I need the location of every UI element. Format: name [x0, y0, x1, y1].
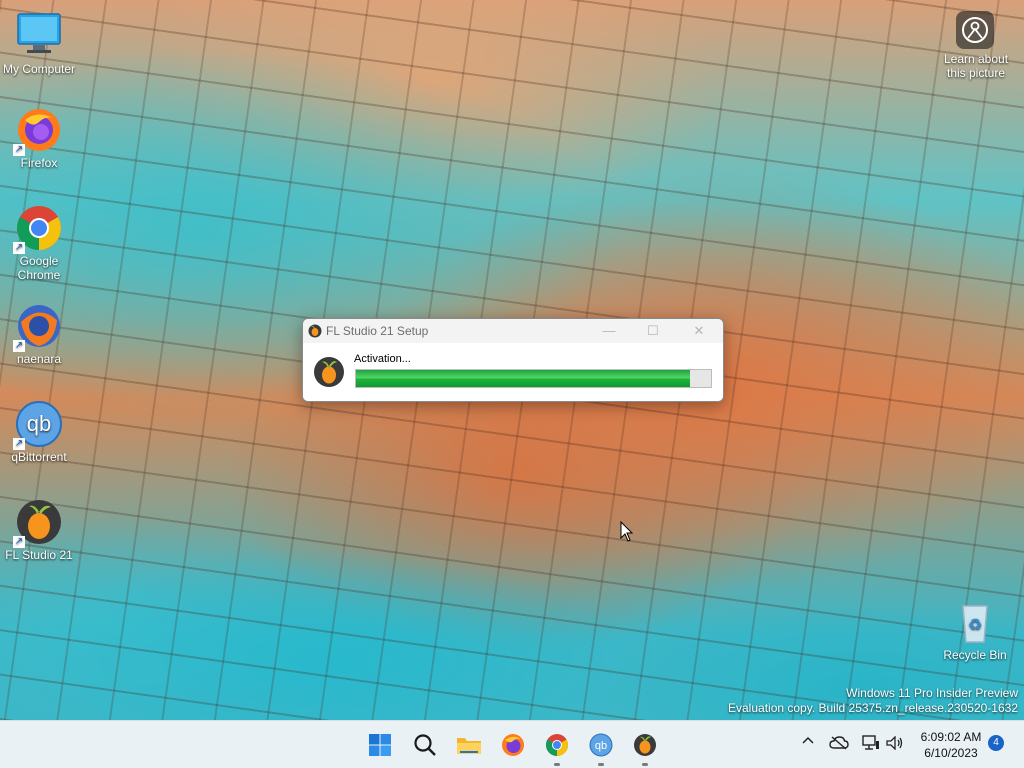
- desktop-icon-label: My Computer: [2, 62, 76, 76]
- show-hidden-icons-button[interactable]: [802, 734, 814, 750]
- fl-studio-setup-dialog: FL Studio 21 Setup — ☐ ✕ Activation...: [302, 318, 724, 402]
- running-indicator: [642, 763, 648, 766]
- volume-button[interactable]: [886, 735, 904, 753]
- desktop-icon-label: naenara: [16, 352, 62, 366]
- clock-date: 6/10/2023: [924, 746, 978, 760]
- onedrive-button[interactable]: [829, 736, 849, 753]
- running-indicator: [598, 763, 604, 766]
- file-explorer-button[interactable]: [453, 729, 485, 761]
- firefox-icon: ↗: [13, 106, 63, 156]
- start-icon: [369, 734, 391, 756]
- taskbar-fl-studio-button[interactable]: [629, 729, 661, 766]
- learn-about-picture[interactable]: Learn about this picture: [936, 10, 1014, 80]
- desktop-icon-label: qBittorrent: [11, 450, 67, 464]
- desktop-icon-qbittorrent[interactable]: qb ↗ qBittorrent: [0, 400, 78, 464]
- taskbar-clock[interactable]: 6:09:02 AM 6/10/2023: [916, 729, 986, 761]
- close-button[interactable]: ✕: [677, 321, 721, 341]
- taskbar-qbittorrent-button[interactable]: qb: [585, 729, 617, 766]
- fl-studio-icon: [634, 734, 656, 756]
- desktop-icon-naenara[interactable]: ↗ naenara: [0, 302, 78, 366]
- minimize-button[interactable]: —: [587, 321, 631, 341]
- desktop-icon-fl-studio[interactable]: ↗ FL Studio 21: [0, 498, 78, 562]
- qbittorrent-icon: qb: [589, 733, 613, 757]
- desktop-icon-label: Google Chrome: [17, 254, 61, 282]
- desktop-icon-label: Recycle Bin: [943, 648, 1007, 662]
- progress-fill: [356, 370, 690, 387]
- shortcut-arrow-icon: ↗: [13, 536, 25, 548]
- desktop-icon-recycle-bin[interactable]: ♻ Recycle Bin: [936, 598, 1014, 662]
- fl-studio-icon: ↗: [13, 498, 63, 548]
- activation-status: Activation...: [354, 353, 411, 365]
- fl-studio-icon: [308, 324, 322, 338]
- desktop-icon-firefox[interactable]: ↗ Firefox: [0, 106, 78, 170]
- shortcut-arrow-icon: ↗: [13, 438, 25, 450]
- network-button[interactable]: [862, 735, 880, 754]
- network-icon: [862, 735, 879, 750]
- fl-studio-icon: [313, 356, 345, 393]
- watermark-build: Evaluation copy. Build 25375.zn_release.…: [728, 701, 1018, 715]
- learn-about-label: Learn about this picture: [943, 52, 1009, 80]
- notification-badge[interactable]: 4: [988, 735, 1004, 751]
- running-indicator: [554, 763, 560, 766]
- qbittorrent-icon: qb ↗: [13, 400, 63, 450]
- svg-text:qb: qb: [27, 411, 51, 436]
- search-button[interactable]: [409, 729, 441, 761]
- desktop-icon-my-computer[interactable]: My Computer: [0, 12, 78, 76]
- desktop-icon-chrome[interactable]: ↗ Google Chrome: [0, 204, 78, 282]
- clock-time: 6:09:02 AM: [920, 730, 982, 744]
- activation-progress-bar: [355, 369, 712, 388]
- cloud-offline-icon: [829, 736, 849, 750]
- shortcut-arrow-icon: ↗: [13, 144, 25, 156]
- dialog-titlebar[interactable]: FL Studio 21 Setup — ☐ ✕: [303, 319, 723, 343]
- taskbar-chrome-button[interactable]: [541, 729, 573, 766]
- svg-text:♻: ♻: [968, 615, 982, 634]
- naenara-icon: ↗: [13, 302, 63, 352]
- monitor-icon: [15, 12, 63, 60]
- dialog-body: Activation...: [303, 343, 723, 401]
- firefox-icon: [502, 734, 524, 756]
- shortcut-arrow-icon: ↗: [13, 340, 25, 352]
- taskbar-firefox-button[interactable]: [497, 729, 529, 761]
- chrome-icon: [546, 734, 568, 756]
- chrome-icon: ↗: [13, 204, 63, 254]
- desktop-icon-label: Firefox: [20, 156, 58, 170]
- windows-watermark: Windows 11 Pro Insider Preview Evaluatio…: [728, 686, 1018, 716]
- desktop-icon-label: FL Studio 21: [5, 548, 73, 562]
- maximize-button[interactable]: ☐: [631, 321, 675, 341]
- recycle-bin-icon: ♻: [951, 598, 999, 646]
- mouse-cursor-icon: [620, 521, 634, 542]
- file-explorer-icon: [457, 738, 481, 754]
- taskbar: qb 6:09:02 AM 6/10/2023: [0, 720, 1024, 768]
- shortcut-arrow-icon: ↗: [13, 242, 25, 254]
- spotlight-icon: [955, 10, 995, 50]
- svg-text:qb: qb: [595, 740, 607, 752]
- start-button[interactable]: [364, 729, 396, 761]
- chevron-up-icon: [802, 736, 814, 744]
- search-icon: [414, 734, 436, 756]
- speaker-icon: [886, 735, 903, 751]
- dialog-title: FL Studio 21 Setup: [326, 324, 429, 338]
- watermark-edition: Windows 11 Pro Insider Preview: [846, 686, 1018, 700]
